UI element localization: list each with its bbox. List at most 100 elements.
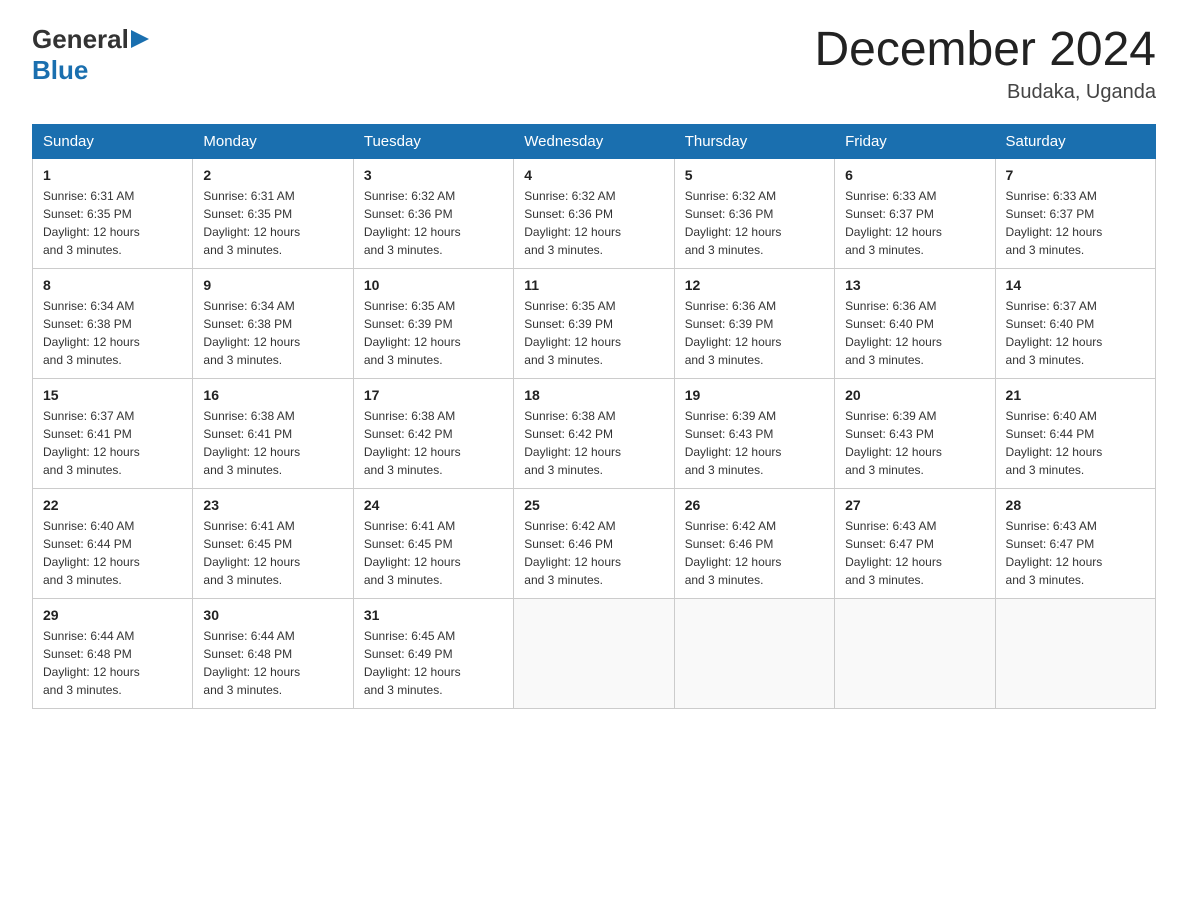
day-number: 11 <box>524 277 663 293</box>
day-info: Sunrise: 6:44 AMSunset: 6:48 PMDaylight:… <box>203 627 342 699</box>
location-subtitle: Budaka, Uganda <box>814 81 1156 104</box>
calendar-cell: 4 Sunrise: 6:32 AMSunset: 6:36 PMDaylight… <box>514 158 674 268</box>
calendar-header-wednesday: Wednesday <box>514 124 674 158</box>
day-number: 2 <box>203 167 342 183</box>
day-info: Sunrise: 6:42 AMSunset: 6:46 PMDaylight:… <box>685 517 824 589</box>
day-number: 17 <box>364 387 503 403</box>
day-info: Sunrise: 6:44 AMSunset: 6:48 PMDaylight:… <box>43 627 182 699</box>
day-info: Sunrise: 6:36 AMSunset: 6:39 PMDaylight:… <box>685 297 824 369</box>
calendar-header-row: SundayMondayTuesdayWednesdayThursdayFrid… <box>33 124 1156 158</box>
day-info: Sunrise: 6:38 AMSunset: 6:42 PMDaylight:… <box>364 407 503 479</box>
day-number: 13 <box>845 277 984 293</box>
day-number: 22 <box>43 497 182 513</box>
calendar-cell: 1Sunrise: 6:31 AMSunset: 6:35 PMDaylight… <box>33 158 193 268</box>
calendar-cell: 12 Sunrise: 6:36 AMSunset: 6:39 PMDayligh… <box>674 268 834 378</box>
calendar-week-row: 1Sunrise: 6:31 AMSunset: 6:35 PMDaylight… <box>33 158 1156 268</box>
calendar-cell <box>995 598 1155 708</box>
calendar-cell: 14 Sunrise: 6:37 AMSunset: 6:40 PMDayligh… <box>995 268 1155 378</box>
calendar-cell <box>835 598 995 708</box>
day-info: Sunrise: 6:37 AMSunset: 6:40 PMDaylight:… <box>1006 297 1145 369</box>
calendar-cell: 17 Sunrise: 6:38 AMSunset: 6:42 PMDayligh… <box>353 378 513 488</box>
month-title: December 2024 <box>814 24 1156 77</box>
day-info: Sunrise: 6:33 AMSunset: 6:37 PMDaylight:… <box>845 187 984 259</box>
calendar-cell: 3 Sunrise: 6:32 AMSunset: 6:36 PMDaylight… <box>353 158 513 268</box>
day-info: Sunrise: 6:45 AMSunset: 6:49 PMDaylight:… <box>364 627 503 699</box>
day-number: 15 <box>43 387 182 403</box>
day-info: Sunrise: 6:32 AMSunset: 6:36 PMDaylight:… <box>524 187 663 259</box>
calendar-cell: 9 Sunrise: 6:34 AMSunset: 6:38 PMDaylight… <box>193 268 353 378</box>
calendar-cell: 28 Sunrise: 6:43 AMSunset: 6:47 PMDayligh… <box>995 488 1155 598</box>
day-info: Sunrise: 6:31 AMSunset: 6:35 PMDaylight:… <box>203 187 342 259</box>
day-info: Sunrise: 6:38 AMSunset: 6:42 PMDaylight:… <box>524 407 663 479</box>
title-area: December 2024 Budaka, Uganda <box>814 24 1156 104</box>
calendar-cell: 27Sunrise: 6:43 AMSunset: 6:47 PMDayligh… <box>835 488 995 598</box>
calendar-cell: 11 Sunrise: 6:35 AMSunset: 6:39 PMDayligh… <box>514 268 674 378</box>
calendar-cell: 15 Sunrise: 6:37 AMSunset: 6:41 PMDayligh… <box>33 378 193 488</box>
day-info: Sunrise: 6:35 AMSunset: 6:39 PMDaylight:… <box>364 297 503 369</box>
day-number: 29 <box>43 607 182 623</box>
day-number: 12 <box>685 277 824 293</box>
day-number: 25 <box>524 497 663 513</box>
day-info: Sunrise: 6:41 AMSunset: 6:45 PMDaylight:… <box>203 517 342 589</box>
day-info: Sunrise: 6:38 AMSunset: 6:41 PMDaylight:… <box>203 407 342 479</box>
calendar-header-monday: Monday <box>193 124 353 158</box>
calendar-cell: 25 Sunrise: 6:42 AMSunset: 6:46 PMDayligh… <box>514 488 674 598</box>
day-number: 23 <box>203 497 342 513</box>
day-info: Sunrise: 6:42 AMSunset: 6:46 PMDaylight:… <box>524 517 663 589</box>
calendar-cell <box>514 598 674 708</box>
calendar-cell <box>674 598 834 708</box>
calendar-cell: 18 Sunrise: 6:38 AMSunset: 6:42 PMDayligh… <box>514 378 674 488</box>
calendar-header-friday: Friday <box>835 124 995 158</box>
calendar-header-sunday: Sunday <box>33 124 193 158</box>
logo-blue-text: Blue <box>32 55 88 85</box>
calendar-cell: 13 Sunrise: 6:36 AMSunset: 6:40 PMDayligh… <box>835 268 995 378</box>
day-info: Sunrise: 6:34 AMSunset: 6:38 PMDaylight:… <box>203 297 342 369</box>
day-number: 6 <box>845 167 984 183</box>
calendar-cell: 24Sunrise: 6:41 AMSunset: 6:45 PMDayligh… <box>353 488 513 598</box>
day-info: Sunrise: 6:36 AMSunset: 6:40 PMDaylight:… <box>845 297 984 369</box>
day-number: 18 <box>524 387 663 403</box>
calendar-cell: 22 Sunrise: 6:40 AMSunset: 6:44 PMDayligh… <box>33 488 193 598</box>
calendar-cell: 21Sunrise: 6:40 AMSunset: 6:44 PMDayligh… <box>995 378 1155 488</box>
calendar-cell: 6 Sunrise: 6:33 AMSunset: 6:37 PMDaylight… <box>835 158 995 268</box>
calendar-cell: 26 Sunrise: 6:42 AMSunset: 6:46 PMDayligh… <box>674 488 834 598</box>
page-header: General Blue December 2024 Budaka, Ugand… <box>32 24 1156 104</box>
calendar-cell: 19Sunrise: 6:39 AMSunset: 6:43 PMDayligh… <box>674 378 834 488</box>
calendar-cell: 5Sunrise: 6:32 AMSunset: 6:36 PMDaylight… <box>674 158 834 268</box>
day-number: 14 <box>1006 277 1145 293</box>
calendar-cell: 30Sunrise: 6:44 AMSunset: 6:48 PMDayligh… <box>193 598 353 708</box>
calendar-cell: 8Sunrise: 6:34 AMSunset: 6:38 PMDaylight… <box>33 268 193 378</box>
day-number: 7 <box>1006 167 1145 183</box>
day-number: 21 <box>1006 387 1145 403</box>
calendar-cell: 23 Sunrise: 6:41 AMSunset: 6:45 PMDayligh… <box>193 488 353 598</box>
calendar-week-row: 8Sunrise: 6:34 AMSunset: 6:38 PMDaylight… <box>33 268 1156 378</box>
day-number: 4 <box>524 167 663 183</box>
day-info: Sunrise: 6:43 AMSunset: 6:47 PMDaylight:… <box>1006 517 1145 589</box>
calendar-cell: 31Sunrise: 6:45 AMSunset: 6:49 PMDayligh… <box>353 598 513 708</box>
day-number: 10 <box>364 277 503 293</box>
day-info: Sunrise: 6:40 AMSunset: 6:44 PMDaylight:… <box>43 517 182 589</box>
calendar-week-row: 15 Sunrise: 6:37 AMSunset: 6:41 PMDayligh… <box>33 378 1156 488</box>
day-number: 27 <box>845 497 984 513</box>
calendar-table: SundayMondayTuesdayWednesdayThursdayFrid… <box>32 124 1156 709</box>
day-info: Sunrise: 6:33 AMSunset: 6:37 PMDaylight:… <box>1006 187 1145 259</box>
day-number: 3 <box>364 167 503 183</box>
day-number: 26 <box>685 497 824 513</box>
logo-triangle-icon <box>131 30 149 52</box>
calendar-header-saturday: Saturday <box>995 124 1155 158</box>
calendar-cell: 7 Sunrise: 6:33 AMSunset: 6:37 PMDaylight… <box>995 158 1155 268</box>
calendar-cell: 10 Sunrise: 6:35 AMSunset: 6:39 PMDayligh… <box>353 268 513 378</box>
day-info: Sunrise: 6:35 AMSunset: 6:39 PMDaylight:… <box>524 297 663 369</box>
day-number: 9 <box>203 277 342 293</box>
calendar-header-thursday: Thursday <box>674 124 834 158</box>
day-info: Sunrise: 6:39 AMSunset: 6:43 PMDaylight:… <box>685 407 824 479</box>
day-info: Sunrise: 6:37 AMSunset: 6:41 PMDaylight:… <box>43 407 182 479</box>
day-info: Sunrise: 6:34 AMSunset: 6:38 PMDaylight:… <box>43 297 182 369</box>
calendar-cell: 2 Sunrise: 6:31 AMSunset: 6:35 PMDaylight… <box>193 158 353 268</box>
day-info: Sunrise: 6:39 AMSunset: 6:43 PMDaylight:… <box>845 407 984 479</box>
calendar-week-row: 22 Sunrise: 6:40 AMSunset: 6:44 PMDayligh… <box>33 488 1156 598</box>
day-number: 28 <box>1006 497 1145 513</box>
day-number: 24 <box>364 497 503 513</box>
day-info: Sunrise: 6:31 AMSunset: 6:35 PMDaylight:… <box>43 187 182 259</box>
day-info: Sunrise: 6:32 AMSunset: 6:36 PMDaylight:… <box>364 187 503 259</box>
